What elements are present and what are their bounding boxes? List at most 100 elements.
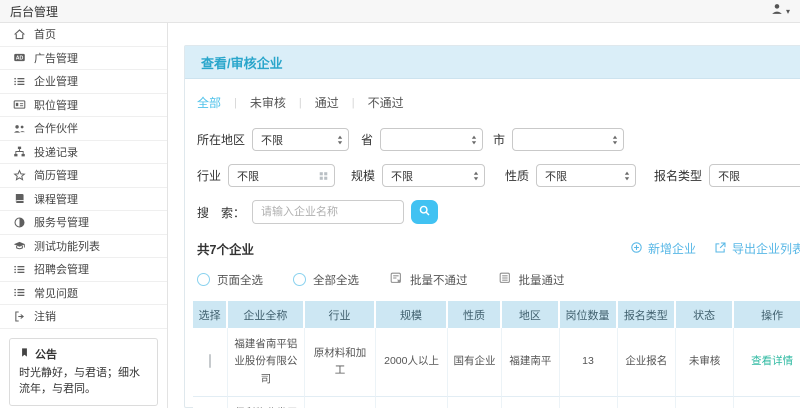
sidebar-item-logout[interactable]: 注销: [0, 305, 167, 329]
col-actions: 操作: [734, 301, 800, 328]
industry-input[interactable]: 不限: [228, 164, 335, 187]
region-cell: 福建南平: [502, 328, 559, 397]
sidebar-item-ads[interactable]: AD 广告管理: [0, 47, 167, 71]
export-enterprise-list-button[interactable]: 导出企业列表: [714, 240, 800, 257]
scale-cell: 2000人以上: [376, 328, 448, 397]
tab-all[interactable]: 全部: [197, 94, 221, 111]
sidebar-item-enterprises[interactable]: 企业管理: [0, 70, 167, 94]
table-row: 福建省南平铝业股份有限公司 原材料和加工 2000人以上 国有企业 福建南平 1…: [193, 328, 800, 397]
view-details-link[interactable]: 查看详情: [751, 355, 793, 367]
announcement-title: 公告: [35, 346, 57, 362]
review-panel: 查看/审核企业 全部 | 未审核 | 通过 | 不通过 所: [184, 45, 800, 408]
sidebar-item-label: 投递记录: [34, 144, 78, 160]
add-enterprise-button[interactable]: 新增企业: [630, 240, 696, 257]
col-region: 地区: [502, 301, 559, 328]
scale-select[interactable]: 不限: [382, 164, 485, 187]
search-input[interactable]: [252, 200, 404, 224]
tab-approved[interactable]: 通过: [315, 94, 339, 111]
search-button[interactable]: [411, 200, 438, 224]
sidebar: 首页 AD 广告管理 企业管理 职位管理 合作伙伴 投递记录: [0, 23, 168, 408]
plus-circle-icon: [630, 241, 643, 257]
sidebar-item-service-accounts[interactable]: 服务号管理: [0, 211, 167, 235]
status-tabs: 全部 | 未审核 | 通过 | 不通过: [197, 94, 800, 111]
positions-cell: 18: [560, 397, 618, 408]
search-label: 搜 索：: [197, 204, 245, 221]
select-all-radio[interactable]: 全部全选: [293, 272, 359, 288]
select-all-page-radio[interactable]: 页面全选: [197, 272, 263, 288]
area-select[interactable]: 不限: [252, 128, 349, 151]
id-card-icon: [12, 98, 26, 111]
col-reg-type: 报名类型: [618, 301, 677, 328]
reg-type-select-value: 不限: [718, 168, 740, 184]
radio-icon: [197, 273, 210, 286]
sign-out-icon: [12, 310, 26, 323]
sidebar-item-courses[interactable]: 课程管理: [0, 188, 167, 212]
select-caret-icon: [622, 169, 632, 183]
row-checkbox[interactable]: [209, 354, 211, 368]
positions-cell: 13: [560, 328, 618, 397]
industry-cell: 物业管理: [305, 397, 377, 408]
nature-select-value: 不限: [545, 168, 567, 184]
panel-header: 查看/审核企业: [185, 46, 800, 79]
main-content: 查看/审核企业 全部 | 未审核 | 通过 | 不通过 所: [168, 23, 800, 408]
grid-icon: [318, 170, 329, 181]
industry-input-value: 不限: [237, 168, 259, 184]
status-cell: 未审核: [676, 328, 734, 397]
chevron-down-icon: ▾: [786, 7, 790, 16]
province-label: 省: [361, 131, 373, 148]
select-caret-icon: [610, 133, 620, 147]
sidebar-item-resumes[interactable]: 简历管理: [0, 164, 167, 188]
sidebar-item-home[interactable]: 首页: [0, 23, 167, 47]
announcement-box: 公告 时光静好，与君语；细水流年，与君同。: [9, 338, 158, 406]
app-window: 后台管理 ▾ 首页 AD 广告管理 企业管理 职位管理: [0, 0, 800, 408]
sidebar-item-label: 企业管理: [34, 73, 78, 89]
tab-unreviewed[interactable]: 未审核: [250, 94, 286, 111]
scale-label: 规模: [351, 167, 375, 184]
export-enterprise-list-label: 导出企业列表: [732, 240, 800, 257]
bulk-actions-row: 页面全选 全部全选 批量不通过 批量通过: [197, 271, 800, 288]
user-icon: [770, 2, 784, 21]
industry-label: 行业: [197, 167, 221, 184]
nature-select[interactable]: 不限: [536, 164, 636, 187]
user-menu-button[interactable]: ▾: [770, 2, 790, 21]
nature-cell: 国有企业: [448, 328, 502, 397]
export-icon: [714, 241, 727, 257]
bulk-approve-button[interactable]: 批量通过: [498, 271, 565, 288]
sidebar-item-label: 服务号管理: [34, 214, 89, 230]
sidebar-item-label: 注销: [34, 308, 56, 324]
list-icon: [12, 75, 26, 88]
status-cell: 未审核: [676, 397, 734, 408]
sidebar-item-faq[interactable]: 常见问题: [0, 282, 167, 306]
nature-label: 性质: [505, 167, 529, 184]
nature-cell: 国有企业: [448, 397, 502, 408]
reg-type-cell: 企业报名: [618, 397, 677, 408]
adjust-icon: [12, 216, 26, 229]
region-cell: 福建福州: [502, 397, 559, 408]
tab-rejected[interactable]: 不通过: [368, 94, 404, 111]
panel-title: 查看/审核企业: [201, 53, 283, 72]
col-industry: 行业: [305, 301, 377, 328]
sitemap-icon: [12, 145, 26, 158]
city-select[interactable]: [512, 128, 624, 151]
filter-row-attributes: 行业 不限 规模 不限 性质 不限: [197, 164, 800, 187]
select-caret-icon: [335, 133, 345, 147]
table-row: 保利物业发展股份有限公司福州分公司 物业管理 500-2000人 国有企业 福建…: [193, 397, 800, 408]
company-name: 福建省南平铝业股份有限公司: [228, 328, 305, 397]
enterprise-count: 共7个企业: [197, 239, 254, 258]
sidebar-item-partners[interactable]: 合作伙伴: [0, 117, 167, 141]
sidebar-item-deliveries[interactable]: 投递记录: [0, 141, 167, 165]
sidebar-item-label: 首页: [34, 26, 56, 42]
filter-row-location: 所在地区 不限 省 市: [197, 128, 800, 151]
province-select[interactable]: [380, 128, 483, 151]
bulk-reject-button[interactable]: 批量不通过: [389, 271, 468, 288]
bulk-approve-label: 批量通过: [519, 272, 565, 288]
bulk-reject-label: 批量不通过: [410, 272, 468, 288]
sidebar-item-label: 测试功能列表: [34, 238, 100, 254]
sidebar-item-positions[interactable]: 职位管理: [0, 94, 167, 118]
scale-select-value: 不限: [391, 168, 413, 184]
reg-type-select[interactable]: 不限: [709, 164, 800, 187]
enterprise-table: 选择 企业全称 行业 规模 性质 地区 岗位数量 报名类型 状态 操作: [193, 301, 800, 408]
search-icon: [418, 204, 431, 220]
sidebar-item-test-functions[interactable]: 测试功能列表: [0, 235, 167, 259]
sidebar-item-job-fairs[interactable]: 招聘会管理: [0, 258, 167, 282]
